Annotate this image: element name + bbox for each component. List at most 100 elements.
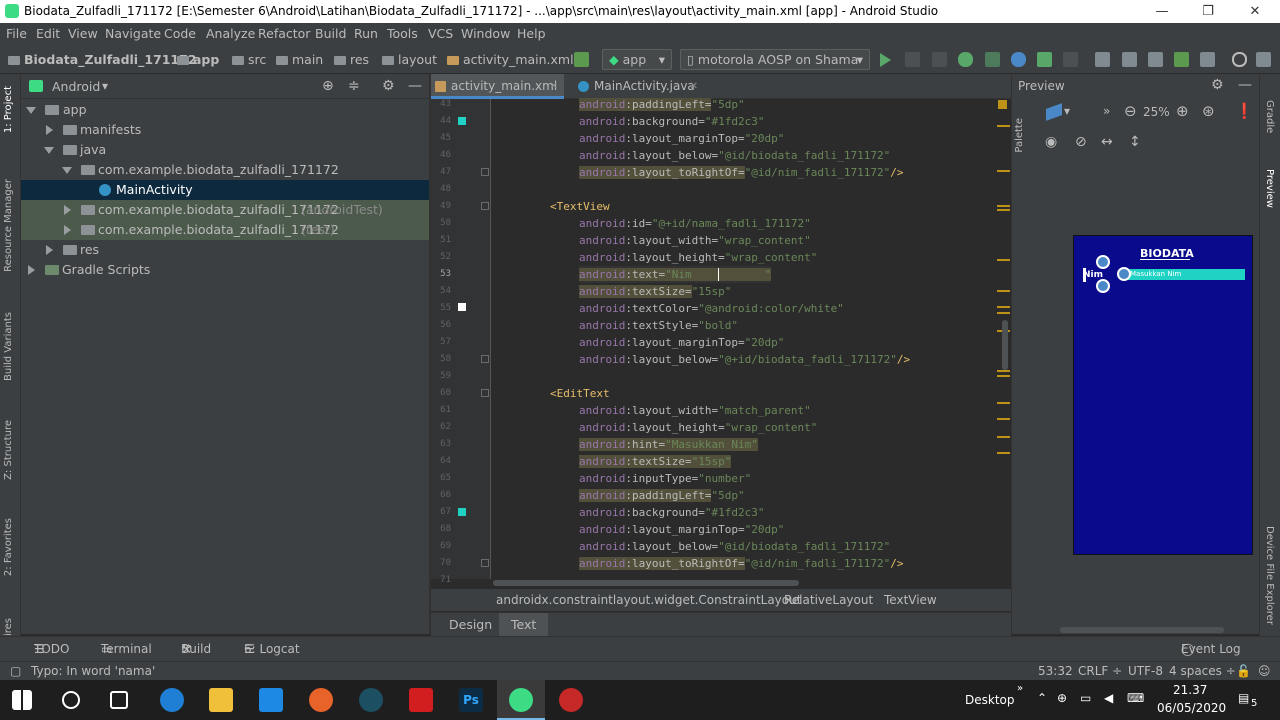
tab-design[interactable]: Design xyxy=(437,613,504,637)
zoom-out-icon[interactable]: ⊖ xyxy=(1124,102,1137,120)
collapse-arrow-icon[interactable] xyxy=(46,125,53,135)
android-studio-icon[interactable] xyxy=(509,688,533,712)
gear-icon[interactable]: ⚙ xyxy=(1211,77,1224,93)
apply-changes-icon[interactable] xyxy=(905,52,920,67)
menu-run[interactable]: Run xyxy=(354,23,378,45)
file-encoding[interactable]: UTF-8 xyxy=(1128,662,1163,681)
preview-tool-tab[interactable]: Preview xyxy=(1264,169,1275,208)
breadcrumb-textview[interactable]: TextView xyxy=(884,589,937,611)
tree-item-manifests[interactable]: manifests xyxy=(21,120,429,140)
windows-start-icon[interactable] xyxy=(12,690,32,710)
preview-hscroll-thumb[interactable] xyxy=(1060,627,1224,633)
sync-gradle-icon[interactable] xyxy=(1095,52,1110,67)
lock-icon[interactable]: 🔓 xyxy=(1236,662,1251,681)
menu-view[interactable]: View xyxy=(68,23,98,45)
zoom-in-icon[interactable]: ⊕ xyxy=(1176,102,1189,120)
run-icon[interactable] xyxy=(880,53,891,67)
task-view-icon[interactable] xyxy=(110,691,128,709)
avd-manager-icon[interactable] xyxy=(1122,52,1137,67)
warning-marker[interactable] xyxy=(997,209,1010,211)
warning-marker[interactable] xyxy=(997,312,1010,314)
mail-icon[interactable] xyxy=(259,688,283,712)
search-icon[interactable] xyxy=(62,691,80,709)
expand-arrow-icon[interactable] xyxy=(44,147,54,154)
file-explorer-icon[interactable] xyxy=(209,688,233,712)
hide-panel-icon[interactable]: — xyxy=(1238,77,1252,93)
gradle-tool-tab[interactable]: Gradle xyxy=(1264,100,1275,133)
device-select[interactable]: ▯ motorola AOSP on Shama ▾ xyxy=(680,49,870,70)
fold-marker-icon[interactable] xyxy=(481,389,489,397)
more-icon[interactable]: » xyxy=(1103,104,1110,118)
expand-arrow-icon[interactable] xyxy=(62,167,72,174)
menu-refactor[interactable]: Refactor xyxy=(258,23,310,45)
chevron-down-icon[interactable]: ▾ xyxy=(1064,104,1070,118)
warning-marker[interactable] xyxy=(997,290,1010,292)
tray-up-arrow-icon[interactable]: ⌃ xyxy=(1037,691,1047,705)
recorder-icon[interactable] xyxy=(559,688,583,712)
warning-status-icon[interactable] xyxy=(998,100,1007,109)
menu-window[interactable]: Window xyxy=(461,23,510,45)
color-swatch-icon[interactable] xyxy=(458,303,466,311)
menu-build[interactable]: Build xyxy=(315,23,346,45)
tree-item-gradle-scripts[interactable]: Gradle Scripts xyxy=(21,260,429,280)
tree-item-package-androidtest[interactable]: com.example.biodata_zulfadli_171172 (and… xyxy=(21,200,429,220)
fold-marker-icon[interactable] xyxy=(481,168,489,176)
chevron-down-icon[interactable]: ▾ xyxy=(102,74,108,99)
zoom-fit-icon[interactable]: ⊛ xyxy=(1202,102,1215,120)
tree-item-res[interactable]: res xyxy=(21,240,429,260)
attach-debugger-icon[interactable] xyxy=(1011,52,1026,67)
collapse-arrow-icon[interactable] xyxy=(64,225,71,235)
nav-crumb-project[interactable]: Biodata_Zulfadli_171172 xyxy=(8,45,197,74)
desktop-toolbar[interactable]: Desktop xyxy=(965,693,1015,707)
editor-scroll-thumb[interactable] xyxy=(1002,320,1008,370)
project-tool-tab[interactable]: 1: Project xyxy=(3,86,14,133)
warning-marker[interactable] xyxy=(997,375,1010,377)
status-panel-icon[interactable]: ▢ xyxy=(10,662,21,681)
input-method-icon[interactable]: ⌨ xyxy=(1127,691,1144,705)
warning-icon[interactable]: ❗ xyxy=(1235,102,1254,120)
caret-position[interactable]: 53:32 xyxy=(1038,662,1073,681)
warning-marker[interactable] xyxy=(997,370,1010,372)
nav-crumb-src[interactable]: src xyxy=(232,45,266,74)
device-file-explorer-tab[interactable]: Device File Explorer xyxy=(1264,526,1275,625)
edge-icon[interactable] xyxy=(160,688,184,712)
run-tests-icon[interactable] xyxy=(1037,52,1052,67)
menu-tools[interactable]: Tools xyxy=(387,23,418,45)
warning-marker[interactable] xyxy=(997,170,1010,172)
assistant-icon[interactable] xyxy=(1200,52,1215,67)
color-swatch-icon[interactable] xyxy=(458,508,466,516)
expand-arrow-icon[interactable] xyxy=(26,107,36,114)
fold-marker-icon[interactable] xyxy=(481,355,489,363)
build-variants-tool-tab[interactable]: Build Variants xyxy=(3,312,14,381)
fold-marker-icon[interactable] xyxy=(481,559,489,567)
warning-marker[interactable] xyxy=(997,402,1010,404)
photoshop-icon[interactable]: Ps xyxy=(459,688,483,712)
inspector-icon[interactable]: ☺ xyxy=(1258,662,1271,681)
nav-crumb-main[interactable]: main xyxy=(276,45,323,74)
disable-constraints-icon[interactable]: ⊘ xyxy=(1075,134,1087,150)
editor-hscroll-thumb[interactable] xyxy=(493,580,799,586)
globe-icon[interactable]: ⊕ xyxy=(1057,691,1067,705)
eye-icon[interactable]: ◉ xyxy=(1045,134,1057,150)
warning-marker[interactable] xyxy=(997,205,1010,207)
nav-crumb-res[interactable]: res xyxy=(334,45,369,74)
clock-time[interactable]: 21.37 xyxy=(1173,683,1207,697)
notification-icon[interactable]: ▤ xyxy=(1238,691,1249,705)
apply-code-changes-icon[interactable] xyxy=(932,52,947,67)
vertical-arrows-icon[interactable]: ↕ xyxy=(1129,134,1141,150)
maximize-button[interactable]: ❐ xyxy=(1185,0,1231,23)
acrobat-icon[interactable] xyxy=(409,688,433,712)
menu-vcs[interactable]: VCS xyxy=(428,23,453,45)
tree-item-app[interactable]: app xyxy=(21,100,429,120)
debug-icon[interactable] xyxy=(958,52,973,67)
project-view-mode[interactable]: Android xyxy=(52,74,100,99)
tree-item-package-test[interactable]: com.example.biodata_zulfadli_171172 (tes… xyxy=(21,220,429,240)
nav-crumb-app[interactable]: app xyxy=(177,45,219,74)
network-icon[interactable]: ▭ xyxy=(1080,691,1091,705)
collapse-arrow-icon[interactable] xyxy=(46,245,53,255)
resource-manager-tool-tab[interactable]: Resource Manager xyxy=(3,179,14,272)
palette-tool-tab[interactable]: Palette xyxy=(1014,118,1025,153)
menu-analyze[interactable]: Analyze xyxy=(206,23,255,45)
user-icon[interactable] xyxy=(1256,52,1271,67)
close-tab-icon[interactable]: ✕ xyxy=(550,74,558,99)
